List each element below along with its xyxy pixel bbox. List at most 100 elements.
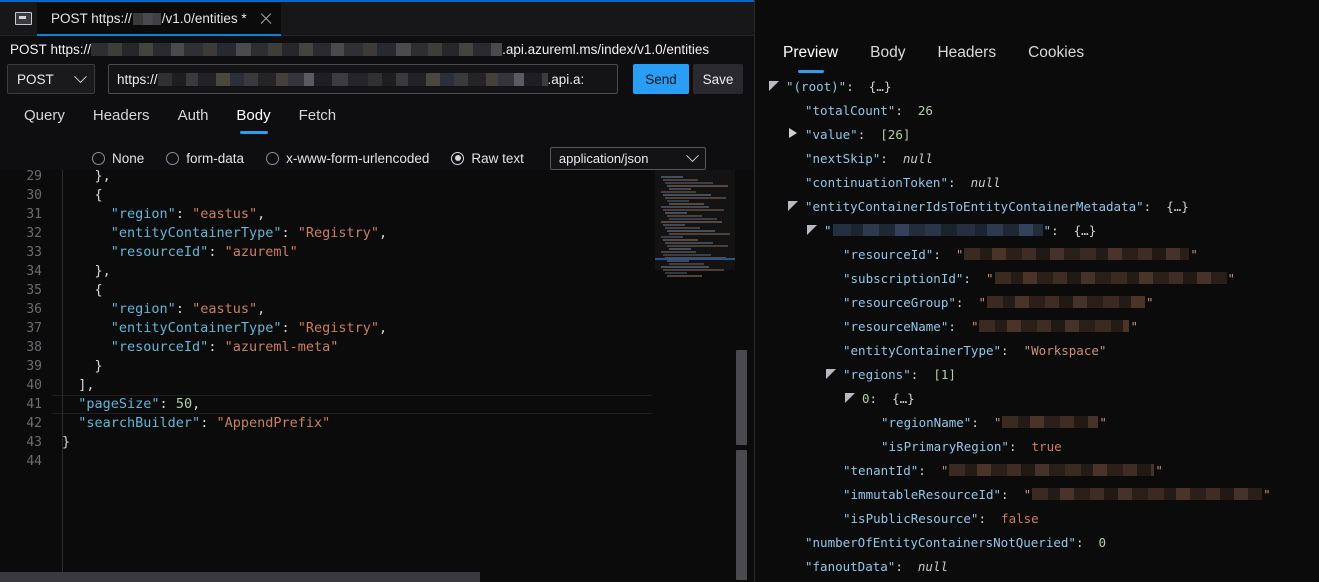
json-key: "resourceId" bbox=[843, 246, 934, 262]
request-tab-prefix: POST https:// bbox=[51, 11, 132, 26]
request-tab[interactable]: POST https:// /v1.0/entities * bbox=[37, 3, 281, 36]
json-key: "regions" bbox=[843, 366, 911, 382]
body-type-option-raw-text[interactable]: Raw text bbox=[451, 151, 524, 166]
request-tab-auth[interactable]: Auth bbox=[164, 100, 223, 130]
editor-code-line: { bbox=[62, 186, 103, 205]
send-button[interactable]: Send bbox=[633, 64, 689, 94]
editor-vertical-scrollbar-lower[interactable] bbox=[736, 450, 747, 580]
json-quote: " bbox=[993, 414, 1002, 430]
json-tree-node[interactable]: "isPublicResource": false bbox=[826, 506, 1039, 530]
json-tree-node[interactable]: "immutableResourceId": " " bbox=[826, 482, 1271, 506]
json-key: "fanoutData" bbox=[805, 558, 896, 574]
response-json-tree[interactable]: "(root)": {…} "totalCount": 26 "value": [2… bbox=[755, 74, 1319, 582]
body-type-option-none[interactable]: None bbox=[92, 151, 144, 166]
editor-vertical-scrollbar[interactable] bbox=[736, 350, 747, 445]
dirty-marker: * bbox=[241, 11, 247, 26]
expand-triangle-open-icon[interactable] bbox=[826, 368, 838, 380]
json-tree-node[interactable]: "(root)": {…} bbox=[769, 74, 891, 98]
close-icon[interactable] bbox=[257, 10, 275, 28]
json-tree-node[interactable]: "regions": [1] bbox=[826, 362, 956, 386]
json-tree-node[interactable]: "entityContainerIdsToEntityContainerMeta… bbox=[788, 194, 1189, 218]
response-tab-headers[interactable]: Headers bbox=[921, 38, 1012, 68]
json-quote: " bbox=[986, 270, 994, 286]
editor-line-number: 34 bbox=[26, 264, 42, 279]
json-value: false bbox=[1001, 510, 1039, 526]
expand-triangle-open-icon[interactable] bbox=[788, 200, 800, 212]
request-tab-headers[interactable]: Headers bbox=[79, 100, 164, 130]
response-tab-preview[interactable]: Preview bbox=[767, 38, 854, 68]
editor-horizontal-scrollbar[interactable] bbox=[0, 572, 480, 582]
code-token: "AppendPrefix" bbox=[216, 415, 331, 431]
sidebar-toggle-button[interactable] bbox=[8, 7, 38, 29]
expand-triangle-closed-icon[interactable] bbox=[788, 128, 800, 140]
expand-triangle-open-icon[interactable] bbox=[769, 80, 781, 92]
url-summary-suffix: .api.azureml.ms/index/v1.0/entities bbox=[502, 41, 710, 57]
request-tab-query[interactable]: Query bbox=[10, 100, 79, 130]
json-tree-node[interactable]: "continuationToken": null bbox=[788, 170, 1001, 194]
body-editor[interactable]: 29 30 31 32 33 34 35 36 37 38 39 40 41 42 43 44 }, { "r… bbox=[0, 170, 754, 582]
body-type-option-x-www-form-urlencoded[interactable]: x-www-form-urlencoded bbox=[266, 151, 429, 166]
radio-icon[interactable] bbox=[266, 151, 280, 165]
json-tree-node[interactable]: "resourceId": " " bbox=[826, 242, 1198, 266]
radio-icon[interactable] bbox=[92, 151, 105, 165]
json-separator: : bbox=[955, 294, 979, 310]
method-select[interactable]: POST bbox=[7, 64, 95, 94]
editor-code-line: } bbox=[62, 357, 103, 376]
code-token: "Registry" bbox=[297, 225, 380, 241]
editor-line-number: 32 bbox=[26, 226, 42, 241]
editor-line-number: 43 bbox=[26, 435, 42, 450]
code-token: : bbox=[208, 339, 225, 355]
response-section-tabs: Preview Body Headers Cookies bbox=[755, 38, 1319, 68]
json-tree-node[interactable]: "resourceGroup": " " bbox=[826, 290, 1154, 314]
code-token: "searchBuilder" bbox=[78, 415, 201, 431]
json-tree-node[interactable]: "fanoutData": null bbox=[788, 554, 948, 578]
body-type-option-form-data[interactable]: form-data bbox=[166, 151, 244, 166]
editor-code-line: "resourceId": "azureml" bbox=[62, 243, 298, 262]
json-tree-node[interactable]: "tenantId": " " bbox=[826, 458, 1163, 482]
request-tab-body[interactable]: Body bbox=[222, 100, 284, 130]
editor-code[interactable]: }, { "region": "eastus", "entityContaine… bbox=[62, 170, 647, 582]
json-tree-node[interactable]: "isPrimaryRegion": true bbox=[864, 434, 1062, 458]
json-tree-node[interactable]: 0: {…} bbox=[845, 386, 915, 410]
json-tree-node[interactable]: "entityContainerType": "Workspace" bbox=[826, 338, 1106, 362]
json-tree-node[interactable]: "totalCount": 26 bbox=[788, 98, 933, 122]
json-value: {…} bbox=[1166, 198, 1189, 214]
radio-icon[interactable] bbox=[166, 151, 180, 165]
json-tree-node[interactable]: " ": {…} bbox=[807, 218, 1096, 242]
request-pane: POST https:// /v1.0/entities * POST https… bbox=[0, 0, 754, 582]
save-button[interactable]: Save bbox=[693, 64, 743, 94]
request-tab-label: Headers bbox=[92, 106, 150, 124]
minimap-viewport[interactable] bbox=[655, 170, 735, 270]
editor-minimap[interactable] bbox=[655, 170, 735, 582]
json-tree-node[interactable]: "value": [26] bbox=[788, 122, 910, 146]
json-tree-node[interactable]: "regionName": " " bbox=[864, 410, 1107, 434]
json-key: "immutableResourceId" bbox=[843, 486, 1002, 502]
response-tab-body[interactable]: Body bbox=[854, 38, 921, 68]
request-tab-fetch[interactable]: Fetch bbox=[285, 100, 351, 130]
json-value: null bbox=[917, 558, 948, 574]
response-tab-cookies[interactable]: Cookies bbox=[1012, 38, 1100, 68]
json-value: {…} bbox=[892, 390, 915, 406]
expand-triangle-open-icon[interactable] bbox=[807, 224, 819, 236]
mime-type-select[interactable]: application/json bbox=[549, 146, 706, 170]
editor-line-numbers: 29 30 31 32 33 34 35 36 37 38 39 40 41 42 43 44 bbox=[0, 170, 52, 582]
json-tree-node[interactable]: "subscriptionId": " " bbox=[826, 266, 1235, 290]
json-quote: " bbox=[1227, 270, 1236, 286]
json-tree-node[interactable]: "resourceName": " " bbox=[826, 314, 1138, 338]
json-separator: : bbox=[933, 246, 956, 262]
url-input[interactable]: https:// .api.a: bbox=[108, 64, 618, 94]
code-token: ], bbox=[62, 377, 95, 393]
api-client-window: POST https:// /v1.0/entities * POST https… bbox=[0, 0, 1319, 582]
json-key: 0 bbox=[862, 390, 870, 406]
radio-icon[interactable] bbox=[451, 151, 465, 165]
minimap-line bbox=[665, 272, 687, 274]
json-tree-node[interactable]: "nextSkip": null bbox=[788, 146, 933, 170]
json-tree-node[interactable]: "numberOfEntityContainersNotQueried": 0 bbox=[788, 530, 1106, 554]
expand-triangle-open-icon[interactable] bbox=[845, 392, 857, 404]
json-value: {…} bbox=[1073, 222, 1097, 238]
